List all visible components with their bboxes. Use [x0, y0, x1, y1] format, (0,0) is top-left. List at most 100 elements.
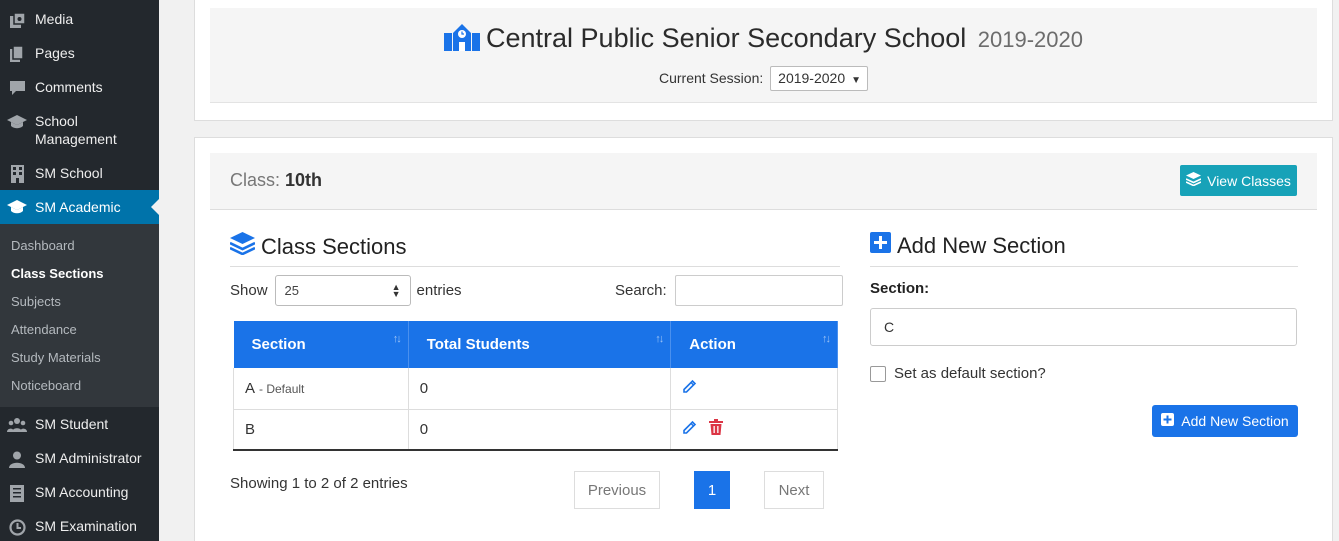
edit-pencil-icon[interactable]: [682, 420, 697, 439]
session-select[interactable]: 2019-2020 ▼: [770, 66, 869, 91]
sidebar-item-label: SM Student: [35, 416, 109, 432]
school-title: Central Public Senior Secondary School 2…: [210, 23, 1317, 58]
sidebar-item-sm-administrator[interactable]: SM Administrator: [0, 449, 159, 469]
sidebar-item-label: SM Examination: [35, 518, 137, 534]
section-name: A: [245, 379, 256, 397]
admin-sidebar: Media Pages Comments School Management S…: [0, 0, 159, 541]
column-label: Total Students: [426, 336, 530, 353]
sidebar-item-label: SM Academic: [35, 199, 121, 215]
sidebar-item-sm-school[interactable]: SM School: [0, 164, 159, 184]
class-value: 10th: [285, 170, 323, 190]
user-icon: [7, 449, 27, 469]
entries-label: entries: [416, 282, 462, 299]
section-cell: B: [233, 409, 409, 451]
view-classes-label: View Classes: [1207, 172, 1291, 189]
show-label: Show: [230, 282, 268, 299]
class-sections-title: Class Sections: [229, 232, 407, 261]
section-input[interactable]: C: [870, 308, 1297, 346]
submenu-item-class-sections[interactable]: Class Sections: [11, 266, 104, 281]
action-cell: [670, 409, 838, 451]
school-header: Central Public Senior Secondary School 2…: [210, 8, 1317, 103]
total-students-cell: 0: [408, 409, 672, 451]
column-label: Section: [251, 336, 306, 353]
add-new-section-label: Add New Section: [1181, 413, 1289, 429]
action-cell: [670, 368, 838, 410]
academic-submenu: Dashboard Class Sections Subjects Attend…: [0, 224, 159, 407]
sidebar-item-label: SM Accounting: [35, 484, 129, 500]
sidebar-item-label: School Management: [35, 113, 117, 147]
page-length-value: 25: [284, 283, 299, 298]
sidebar-item-sm-student[interactable]: SM Student: [0, 415, 159, 435]
table-header-row: Section ↑↓ Total Students ↑↓ Action ↑↓: [233, 321, 838, 368]
search-label: Search:: [615, 282, 667, 299]
submenu-item-dashboard[interactable]: Dashboard: [11, 238, 75, 253]
pages-icon: [7, 44, 27, 64]
pagination-next[interactable]: Next: [764, 471, 824, 509]
trash-icon[interactable]: [709, 419, 724, 439]
school-name: Central Public Senior Secondary School: [486, 23, 967, 53]
divider: [870, 266, 1298, 267]
users-icon: [7, 415, 27, 435]
column-header-section[interactable]: Section ↑↓: [233, 321, 409, 368]
sidebar-item-label: Media: [35, 11, 74, 27]
class-sections-card: Class: 10th View Classes Class Sections …: [194, 137, 1333, 541]
updown-caret-icon: ▲ ▼: [391, 281, 401, 299]
sidebar-item-pages[interactable]: Pages: [0, 44, 159, 64]
building-icon: [7, 164, 27, 184]
layers-icon: [229, 232, 256, 261]
edit-pencil-icon[interactable]: [682, 379, 697, 398]
column-label: Action: [689, 336, 736, 353]
media-icon: [7, 10, 27, 30]
class-label: Class: 10th: [230, 170, 322, 191]
column-header-total-students[interactable]: Total Students ↑↓: [408, 321, 672, 368]
school-icon: [444, 23, 480, 58]
session-row: Current Session: 2019-2020 ▼: [210, 66, 1317, 91]
pagination-previous[interactable]: Previous: [574, 471, 660, 509]
sidebar-item-school-management[interactable]: School Management: [0, 112, 159, 148]
class-label-text: Class:: [230, 170, 281, 190]
sidebar-item-media[interactable]: Media: [0, 10, 159, 30]
sidebar-item-label: Pages: [35, 45, 75, 61]
add-new-section-button[interactable]: Add New Section: [1152, 405, 1298, 437]
caret-down-icon: ▼: [851, 75, 862, 86]
table-search: Search:: [615, 275, 843, 306]
default-section-option: Set as default section?: [870, 365, 1046, 382]
default-section-checkbox[interactable]: [870, 365, 886, 382]
class-bar: Class: 10th View Classes: [210, 153, 1317, 210]
divider: [230, 266, 840, 267]
sidebar-item-sm-examination[interactable]: SM Examination: [0, 517, 159, 537]
column-header-action[interactable]: Action ↑↓: [670, 321, 838, 368]
submenu-item-study-materials[interactable]: Study Materials: [11, 350, 101, 365]
plus-square-icon: [1161, 413, 1175, 429]
search-input[interactable]: [674, 275, 843, 306]
layers-icon: [1185, 172, 1202, 189]
class-sections-title-text: Class Sections: [261, 233, 407, 259]
plus-square-icon: [870, 232, 891, 259]
graduation-cap-icon: [7, 112, 27, 132]
page-length-control: Show 25 ▲ ▼ entries: [230, 275, 462, 306]
table-info: Showing 1 to 2 of 2 entries: [230, 475, 408, 492]
submenu-item-noticeboard[interactable]: Noticeboard: [11, 378, 81, 393]
table-row: B 0: [233, 409, 838, 451]
sidebar-item-sm-accounting[interactable]: SM Accounting: [0, 483, 159, 503]
graduation-cap-icon: [7, 197, 27, 217]
sidebar-item-sm-academic[interactable]: SM Academic: [0, 190, 159, 224]
session-label: Current Session:: [658, 70, 764, 86]
page-length-select[interactable]: 25 ▲ ▼: [274, 275, 411, 306]
total-students-cell: 0: [408, 368, 672, 410]
sidebar-item-comments[interactable]: Comments: [0, 78, 159, 98]
table-row: A- Default 0: [233, 368, 838, 410]
submenu-item-subjects[interactable]: Subjects: [11, 294, 61, 309]
clock-icon: [7, 517, 27, 537]
add-section-title: Add New Section: [870, 232, 1066, 259]
pagination-page-1[interactable]: 1: [694, 471, 730, 509]
view-classes-button[interactable]: View Classes: [1180, 165, 1297, 196]
default-tag: - Default: [259, 381, 305, 396]
default-section-label: Set as default section?: [894, 365, 1046, 382]
ledger-icon: [7, 483, 27, 503]
comments-icon: [7, 78, 27, 98]
school-header-card: Central Public Senior Secondary School 2…: [194, 0, 1333, 121]
submenu-item-attendance[interactable]: Attendance: [11, 322, 77, 337]
section-field-label: Section:: [870, 280, 930, 297]
sidebar-item-label: SM School: [35, 165, 103, 181]
